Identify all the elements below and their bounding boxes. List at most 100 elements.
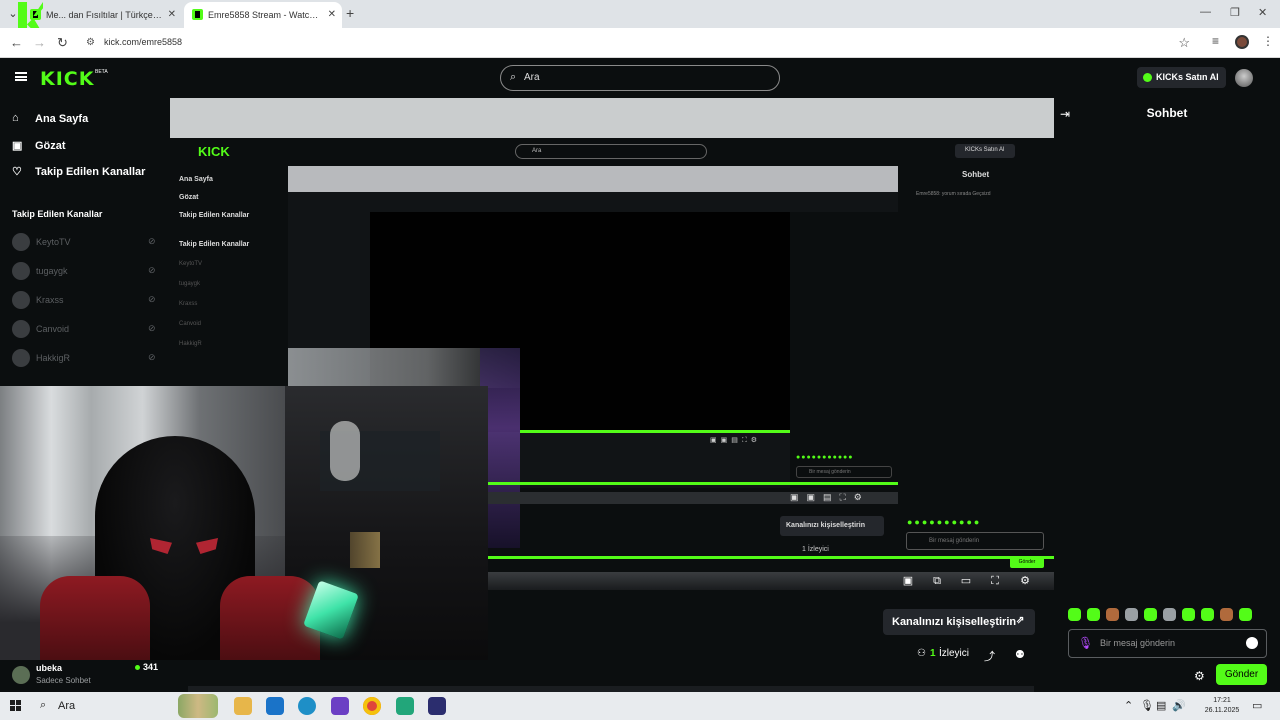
sidebar-item-label: Ana Sayfa: [35, 113, 89, 125]
forward-icon[interactable]: →: [33, 35, 46, 50]
search-placeholder: Ara: [524, 72, 540, 83]
doll-figure: [330, 421, 360, 481]
user-avatar[interactable]: [1235, 69, 1253, 87]
streamer-category: Sadece Sohbet: [36, 676, 91, 685]
reload-icon[interactable]: ↻: [57, 35, 68, 51]
captured-channel: Canvoid: [179, 321, 202, 327]
emote-icon[interactable]: [1182, 608, 1195, 621]
fullscreen-icon[interactable]: ⛶: [986, 572, 1004, 590]
emote-icon[interactable]: [1163, 608, 1176, 621]
channel-name: Kraxss: [36, 295, 64, 305]
live-dot-icon: [135, 665, 140, 670]
offline-icon: ⊘: [148, 265, 156, 275]
windows-start-icon[interactable]: [10, 700, 22, 712]
restore-icon[interactable]: ❐: [1230, 6, 1240, 19]
chat-settings-icon[interactable]: ⚙: [1194, 669, 1205, 683]
jar-object: [350, 532, 380, 568]
emote-icon[interactable]: [1125, 608, 1138, 621]
captured-inner-chat: [790, 212, 898, 488]
captured-followed-heading: Takip Edilen Kanallar: [179, 241, 250, 248]
emote-icon[interactable]: [1201, 608, 1214, 621]
captured-buy-button: KICKs Satın Al: [955, 144, 1015, 158]
clock-date: 26.11.2025: [1204, 707, 1240, 714]
tab-title: Emre5858 Stream - Watch Live: [208, 10, 322, 20]
bookmark-star-icon[interactable]: ☆: [1178, 35, 1190, 51]
site-header: KICK BETA ⌕ Ara KICKs Satın Al: [0, 58, 1280, 98]
settings-icon[interactable]: ⚙: [1016, 572, 1034, 590]
media-controls-icon[interactable]: ≡: [1212, 34, 1219, 48]
offline-icon: ⊘: [148, 323, 156, 333]
send-button[interactable]: Gönder: [1216, 664, 1267, 685]
browser-tab-2[interactable]: Emre5858 Stream - Watch Live ✕: [184, 2, 342, 28]
channel-name: KeytoTV: [36, 237, 71, 247]
follow-user-icon[interactable]: ⚉: [1015, 648, 1025, 661]
network-icon[interactable]: ▤: [1156, 699, 1166, 712]
hamburger-menu-icon[interactable]: [15, 72, 27, 81]
taskbar-search[interactable]: ⌕ Ara: [40, 699, 75, 712]
chat-panel: ⇥ Sohbet 🎙 Bir mesaj gönderin ⚙ Gönder: [1054, 98, 1280, 692]
file-explorer-icon[interactable]: [234, 697, 252, 715]
emote-icon[interactable]: [1144, 608, 1157, 621]
search-input[interactable]: ⌕ Ara: [500, 65, 780, 91]
kick-logo[interactable]: KICK: [40, 68, 94, 90]
customize-channel-button[interactable]: Kanalınızı kişiselleştirin ⇗: [883, 609, 1035, 635]
channel-avatar: [12, 233, 30, 251]
customize-channel-label: Kanalınızı kişiselleştirin: [892, 616, 1017, 628]
emote-icon[interactable]: [1239, 608, 1252, 621]
offline-icon: ⊘: [148, 294, 156, 304]
menu-icon[interactable]: ⋮: [1262, 34, 1274, 48]
notification-icon[interactable]: ▭: [1252, 699, 1262, 712]
back-icon[interactable]: ←: [10, 35, 23, 50]
edge-icon[interactable]: [298, 697, 316, 715]
emote-icon[interactable]: [1068, 608, 1081, 621]
chat-message-placeholder: Bir mesaj gönderin: [1100, 638, 1176, 648]
emote-icon[interactable]: [1106, 608, 1119, 621]
outlook-icon[interactable]: [266, 697, 284, 715]
close-tab-icon[interactable]: ✕: [328, 2, 336, 28]
clip-icon[interactable]: ⧉: [928, 572, 946, 590]
streamer-viewer-count: 341: [143, 662, 159, 672]
app-icon[interactable]: [331, 697, 349, 715]
captured-nav-item: Ana Sayfa: [179, 176, 213, 183]
microphone-icon[interactable]: 🎙: [1078, 636, 1093, 650]
channel-name: HakkigR: [36, 353, 71, 363]
channel-name: tugaygk: [36, 266, 68, 276]
emote-icon[interactable]: [1087, 608, 1100, 621]
captured-controls: ▣▣▤⛶⚙: [790, 492, 870, 502]
browser-profile-avatar[interactable]: [1235, 35, 1249, 49]
app-icon[interactable]: [428, 697, 446, 715]
chrome-icon[interactable]: [363, 697, 381, 715]
captured-message-box: Bir mesaj gönderin: [906, 532, 1044, 550]
tab-title: Me... dan Fısıltılar | Türkçe Dub...: [46, 10, 162, 20]
theater-mode-icon[interactable]: ▭: [957, 572, 975, 590]
player-progress-bar[interactable]: [488, 556, 1054, 559]
clock-time: 17:21: [1213, 697, 1231, 704]
offline-icon: ⊘: [148, 352, 156, 362]
chair-arm-left: [40, 576, 150, 660]
emote-icon[interactable]: [1220, 608, 1233, 621]
viewer-count-number: 1: [930, 648, 936, 659]
microphone-tray-icon[interactable]: 🎙: [1140, 699, 1154, 712]
kicks-coin-icon: [1143, 73, 1152, 82]
streamer-card[interactable]: ubeka Sadece Sohbet 341: [0, 660, 170, 692]
tray-expand-icon[interactable]: ⌃: [1124, 699, 1133, 712]
emoji-picker-icon[interactable]: [1246, 637, 1258, 649]
url-field[interactable]: ⚙ kick.com/emre5858 ☆: [80, 32, 1200, 54]
speaker-icon[interactable]: 🔊: [1172, 699, 1186, 712]
close-window-icon[interactable]: ✕: [1258, 6, 1267, 19]
taskbar-clock[interactable]: 17:21 26.11.2025: [1198, 696, 1246, 716]
sidebar: ⌂ Ana Sayfa ▣ Gözat ♡ Takip Edilen Kanal…: [0, 98, 170, 398]
app-icon[interactable]: [396, 697, 414, 715]
new-tab-icon[interactable]: +: [346, 5, 354, 21]
buy-kicks-button[interactable]: KICKs Satın Al: [1137, 67, 1226, 88]
taskbar-widget-image[interactable]: [178, 694, 218, 718]
share-icon[interactable]: ⤴: [984, 648, 995, 664]
pip-icon[interactable]: ▣: [899, 572, 917, 590]
tab-favicon-icon: [192, 9, 203, 20]
browser-tab-bar: ⌄ Me... dan Fısıltılar | Türkçe Dub... ✕…: [0, 0, 1280, 34]
chat-message-input[interactable]: 🎙 Bir mesaj gönderin: [1068, 629, 1267, 658]
site-info-icon[interactable]: ⚙: [86, 37, 95, 48]
close-tab-icon[interactable]: ✕: [168, 2, 176, 28]
windows-taskbar: ⌕ Ara ⌃ 🎙 ▤ 🔊 17:21 26.11.2025 ▭: [0, 692, 1280, 720]
minimize-icon[interactable]: —: [1200, 6, 1211, 18]
